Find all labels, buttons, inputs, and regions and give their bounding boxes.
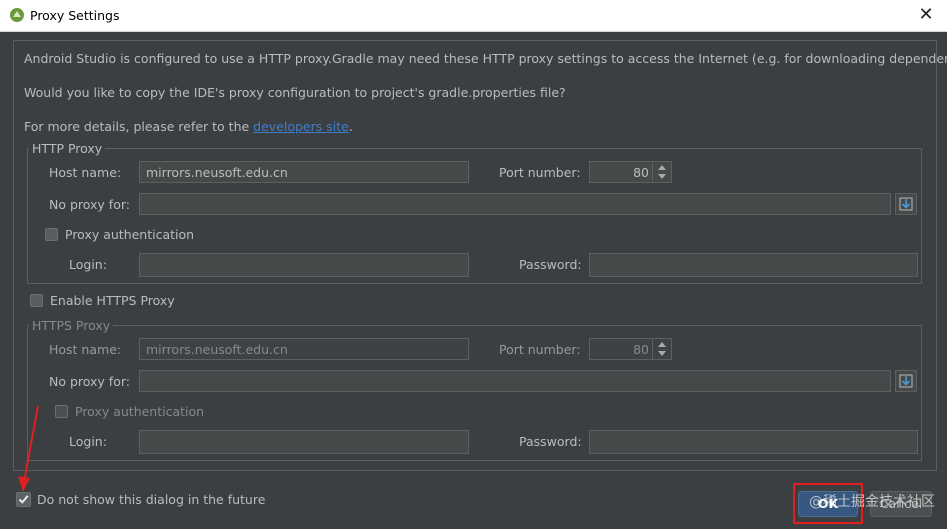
annotation-arrow-icon — [18, 405, 39, 492]
https-no-proxy-input[interactable] — [139, 370, 891, 392]
close-icon[interactable]: ✕ — [915, 4, 937, 26]
expand-icon — [899, 197, 913, 211]
spinner-arrows[interactable] — [652, 162, 671, 182]
spinner-up-icon[interactable] — [658, 165, 666, 170]
question-text: Would you like to copy the IDE's proxy c… — [24, 85, 566, 100]
http-port-stepper[interactable]: 80 — [589, 161, 672, 183]
android-studio-icon — [10, 8, 24, 22]
https-login-input[interactable] — [139, 430, 469, 454]
http-auth-checkbox[interactable] — [45, 228, 58, 241]
https-login-label: Login: — [69, 434, 107, 449]
https-auth-checkbox[interactable] — [55, 405, 68, 418]
details-suffix: . — [348, 119, 353, 134]
expand-field-button[interactable] — [895, 193, 917, 215]
https-port-stepper[interactable]: 80 — [589, 338, 672, 360]
http-host-label: Host name: — [49, 165, 122, 180]
http-auth-label: Proxy authentication — [65, 227, 195, 242]
https-host-input[interactable]: mirrors.neusoft.edu.cn — [139, 338, 469, 360]
details-prefix: For more details, please refer to the — [24, 119, 254, 134]
http-host-input[interactable]: mirrors.neusoft.edu.cn — [139, 161, 469, 183]
http-password-input[interactable] — [589, 253, 918, 277]
https-auth-label: Proxy authentication — [75, 404, 205, 419]
title-bar: Proxy Settings ✕ — [0, 0, 947, 32]
intro-text: Android Studio is configured to use a HT… — [24, 51, 947, 66]
developers-site-link[interactable]: developers site — [253, 119, 349, 134]
spinner-up-icon[interactable] — [658, 342, 666, 347]
http-login-label: Login: — [69, 257, 107, 272]
window-title: Proxy Settings — [30, 8, 120, 23]
http-proxy-title: HTTP Proxy — [29, 141, 106, 156]
https-proxy-title: HTTPS Proxy — [29, 318, 114, 333]
dont-show-label: Do not show this dialog in the future — [37, 492, 266, 507]
http-no-proxy-label: No proxy for: — [49, 197, 130, 212]
https-no-proxy-label: No proxy for: — [49, 374, 130, 389]
watermark: @稀土掘金技术社区 — [809, 494, 935, 510]
details-text: For more details, please refer to the de… — [24, 119, 353, 134]
https-password-label: Password: — [519, 434, 582, 449]
spinner-down-icon[interactable] — [658, 351, 666, 356]
https-port-label: Port number: — [499, 342, 581, 357]
enable-https-label: Enable HTTPS Proxy — [50, 293, 175, 308]
https-host-label: Host name: — [49, 342, 122, 357]
http-password-label: Password: — [519, 257, 582, 272]
http-login-input[interactable] — [139, 253, 469, 277]
expand-field-button[interactable] — [895, 370, 917, 392]
https-port-value: 80 — [633, 342, 649, 357]
spinner-down-icon[interactable] — [658, 174, 666, 179]
http-port-value: 80 — [633, 165, 649, 180]
https-password-input[interactable] — [589, 430, 918, 454]
enable-https-checkbox[interactable] — [30, 294, 43, 307]
expand-icon — [899, 374, 913, 388]
http-port-label: Port number: — [499, 165, 581, 180]
http-no-proxy-input[interactable] — [139, 193, 891, 215]
spinner-arrows[interactable] — [652, 339, 671, 359]
